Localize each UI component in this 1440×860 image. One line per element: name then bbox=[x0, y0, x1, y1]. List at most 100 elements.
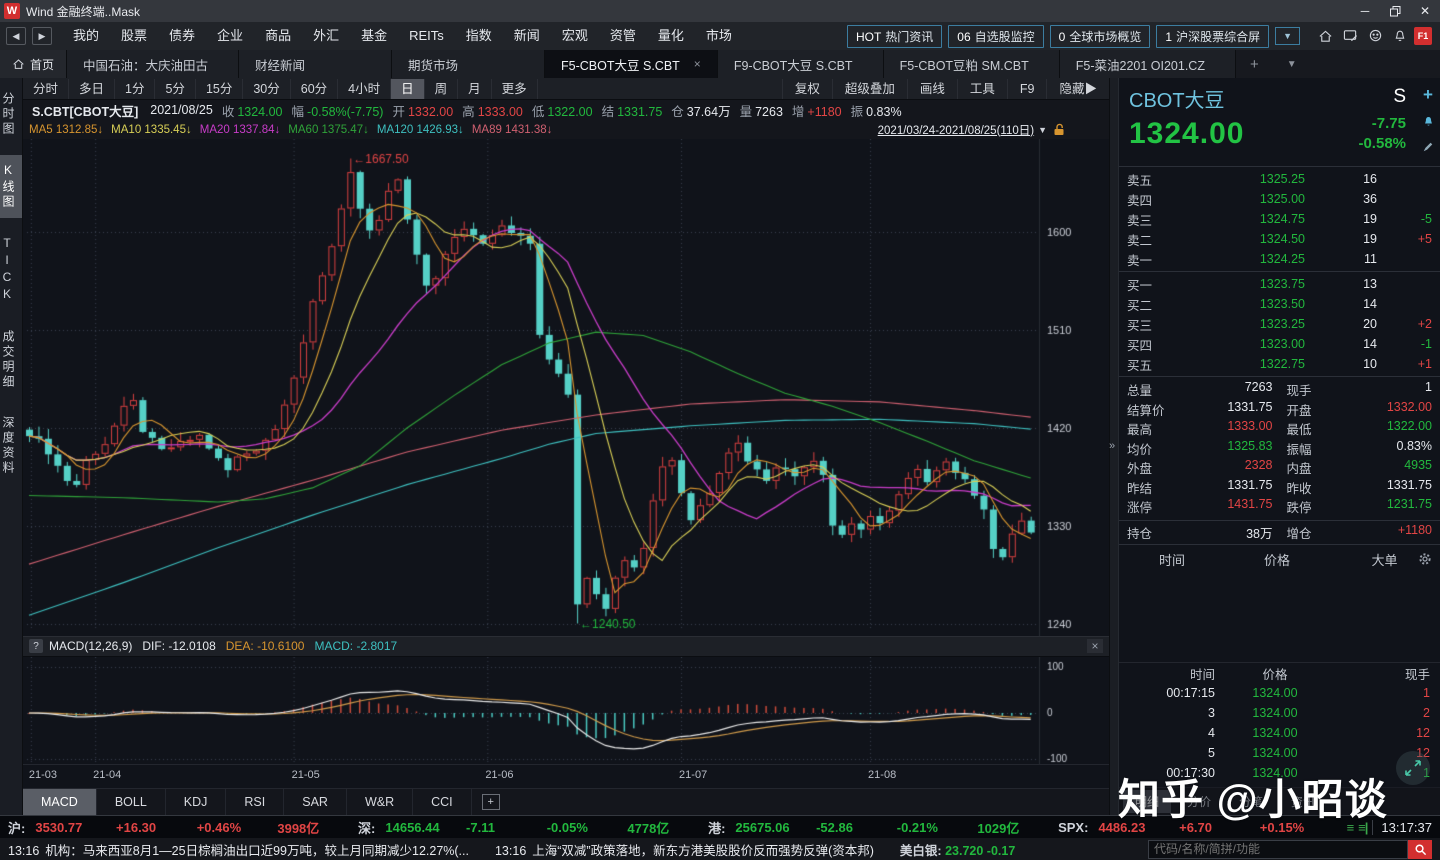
gear-icon[interactable] bbox=[1418, 552, 1432, 569]
period-button[interactable]: 5分 bbox=[155, 78, 196, 99]
chart-tool-button[interactable]: 复权 bbox=[781, 78, 832, 99]
chart-tool-button[interactable]: F9 bbox=[1006, 78, 1047, 99]
tab-home[interactable]: 首页 bbox=[0, 50, 68, 78]
expand-panel-icon[interactable] bbox=[1396, 751, 1430, 785]
minimize-button[interactable]: ─ bbox=[1350, 0, 1380, 22]
notification-bell-icon[interactable] bbox=[1389, 26, 1411, 46]
nav-back-button[interactable]: ◀ bbox=[6, 27, 26, 45]
edit-note-icon[interactable] bbox=[1418, 134, 1438, 160]
menu-item[interactable]: 指数 bbox=[455, 22, 503, 50]
indicator-tab[interactable]: BOLL bbox=[97, 789, 166, 815]
tab-close-icon[interactable]: × bbox=[694, 57, 701, 71]
document-tab[interactable]: 财经新闻 bbox=[239, 50, 393, 78]
chart-mode-item[interactable]: 深度资料 bbox=[0, 408, 22, 484]
add-indicator-button[interactable]: + bbox=[481, 789, 500, 815]
menu-item[interactable]: 我的 bbox=[62, 22, 110, 50]
document-tab[interactable]: 期货市场 bbox=[392, 50, 546, 78]
add-watchlist-icon[interactable]: + bbox=[1418, 82, 1438, 108]
news-item[interactable]: 13:16 上海“双减”政策落地，新东方港美股股价反而强势反弹(资本邦) bbox=[495, 840, 874, 859]
menu-item[interactable]: 外汇 bbox=[302, 22, 350, 50]
indicator-help-icon[interactable]: ? bbox=[29, 639, 43, 654]
quick-access-button[interactable]: HOT 热门资讯 bbox=[846, 24, 943, 48]
chart-tool-button[interactable]: 画线 bbox=[906, 78, 957, 99]
quick-access-button[interactable]: 0 全球市场概览 bbox=[1049, 24, 1151, 48]
nav-forward-button[interactable]: ▶ bbox=[32, 27, 52, 45]
period-button[interactable]: 月 bbox=[458, 78, 492, 99]
macd-close-icon[interactable]: × bbox=[1087, 639, 1103, 654]
menu-item[interactable]: 资管 bbox=[599, 22, 647, 50]
index-value[interactable]: 深: bbox=[358, 818, 375, 837]
index-value[interactable]: 1029亿 bbox=[977, 818, 1058, 837]
document-tab[interactable]: F9-CBOT大豆 S.CBT bbox=[717, 50, 884, 78]
index-value[interactable]: +16.30 bbox=[116, 820, 197, 835]
chart-mode-item[interactable]: K线图 bbox=[0, 155, 22, 218]
index-value[interactable]: -0.21% bbox=[897, 820, 978, 835]
index-value[interactable]: +0.46% bbox=[197, 820, 278, 835]
period-button[interactable]: 4小时 bbox=[338, 78, 392, 99]
index-value[interactable]: 沪: bbox=[8, 818, 25, 837]
workspace-edit-icon[interactable] bbox=[1339, 26, 1361, 46]
period-button[interactable]: 分时 bbox=[23, 78, 70, 99]
period-button[interactable]: 30分 bbox=[243, 78, 291, 99]
chart-mode-item[interactable]: 分时图 bbox=[0, 84, 22, 145]
document-tab[interactable]: F5-菜油2201 OI201.CZ bbox=[1059, 50, 1236, 78]
chart-tool-button[interactable]: 超级叠加 bbox=[831, 78, 907, 99]
indicator-tab[interactable]: MACD bbox=[23, 789, 97, 815]
collapse-panel-icon[interactable]: » bbox=[1109, 440, 1115, 452]
indicator-tab[interactable]: SAR bbox=[284, 789, 347, 815]
menu-item[interactable]: 基金 bbox=[350, 22, 398, 50]
chart-mode-item[interactable]: TICK bbox=[0, 228, 22, 312]
tab-list-dropdown[interactable]: ▼ bbox=[1273, 50, 1311, 78]
menu-item[interactable]: 债券 bbox=[158, 22, 206, 50]
indicator-tab[interactable]: KDJ bbox=[166, 789, 227, 815]
macd-canvas[interactable] bbox=[23, 656, 1109, 764]
index-value[interactable]: 港: bbox=[708, 818, 725, 837]
document-tab[interactable]: 中国石油：大庆油田古 bbox=[67, 50, 240, 78]
kline-canvas[interactable] bbox=[23, 138, 1109, 636]
indicator-tab[interactable]: RSI bbox=[226, 789, 285, 815]
chat-icon[interactable] bbox=[1364, 26, 1386, 46]
index-value[interactable]: 3998亿 bbox=[277, 818, 358, 837]
period-button[interactable]: 多日 bbox=[69, 78, 116, 99]
menu-item[interactable]: REITs bbox=[398, 22, 455, 50]
index-value[interactable]: -0.05% bbox=[547, 820, 628, 835]
restore-button[interactable] bbox=[1380, 0, 1410, 22]
period-button[interactable]: 日 bbox=[391, 78, 425, 99]
period-button[interactable]: 更多 bbox=[492, 78, 538, 99]
menu-item[interactable]: 量化 bbox=[647, 22, 695, 50]
chart-tool-button[interactable]: 隐藏▶ bbox=[1046, 78, 1109, 99]
index-value[interactable]: 3530.77 bbox=[35, 820, 116, 835]
f1-help-icon[interactable]: F1 bbox=[1414, 27, 1432, 45]
period-button[interactable]: 1分 bbox=[115, 78, 156, 99]
quick-dropdown-button[interactable]: ▼ bbox=[1275, 27, 1300, 45]
index-value[interactable]: -52.86 bbox=[816, 820, 897, 835]
document-tab[interactable]: F5-CBOT大豆 S.CBT × bbox=[545, 50, 718, 78]
alert-bell-icon[interactable] bbox=[1418, 108, 1438, 134]
menu-item[interactable]: 股票 bbox=[110, 22, 158, 50]
chart-tool-button[interactable]: 工具 bbox=[956, 78, 1007, 99]
index-value[interactable]: 4778亿 bbox=[627, 818, 708, 837]
period-button[interactable]: 60分 bbox=[291, 78, 339, 99]
period-button[interactable]: 周 bbox=[425, 78, 459, 99]
chart-mode-item[interactable]: 成交明细 bbox=[0, 322, 22, 398]
index-value[interactable]: 14656.44 bbox=[385, 820, 466, 835]
period-button[interactable]: 15分 bbox=[196, 78, 244, 99]
search-icon[interactable] bbox=[1408, 839, 1432, 859]
symbol-search-input[interactable] bbox=[1148, 839, 1408, 859]
document-tab[interactable]: F5-CBOT豆粕 SM.CBT bbox=[883, 50, 1060, 78]
new-tab-button[interactable]: + bbox=[1236, 50, 1273, 78]
home-icon[interactable] bbox=[1314, 26, 1336, 46]
menu-item[interactable]: 新闻 bbox=[503, 22, 551, 50]
date-range-control[interactable]: 2021/03/24-2021/08/25(110日) ▼ bbox=[878, 122, 1065, 138]
quick-access-button[interactable]: 06 自选股监控 bbox=[948, 24, 1044, 48]
quick-access-button[interactable]: 1 沪深股票综合屏 bbox=[1156, 24, 1270, 48]
indicator-tab[interactable]: W&R bbox=[347, 789, 414, 815]
menu-item[interactable]: 企业 bbox=[206, 22, 254, 50]
menu-item[interactable]: 宏观 bbox=[551, 22, 599, 50]
panel-divider[interactable]: » bbox=[1109, 78, 1118, 815]
index-value[interactable]: SPX: bbox=[1058, 820, 1088, 835]
index-value[interactable]: -7.11 bbox=[466, 820, 547, 835]
index-value[interactable]: 25675.06 bbox=[735, 820, 816, 835]
close-button[interactable]: ✕ bbox=[1410, 0, 1440, 22]
news-item[interactable]: 13:16 机构：马来西亚8月1—25日棕榈油出口近99万吨，较上月同期减少12.… bbox=[8, 840, 469, 859]
